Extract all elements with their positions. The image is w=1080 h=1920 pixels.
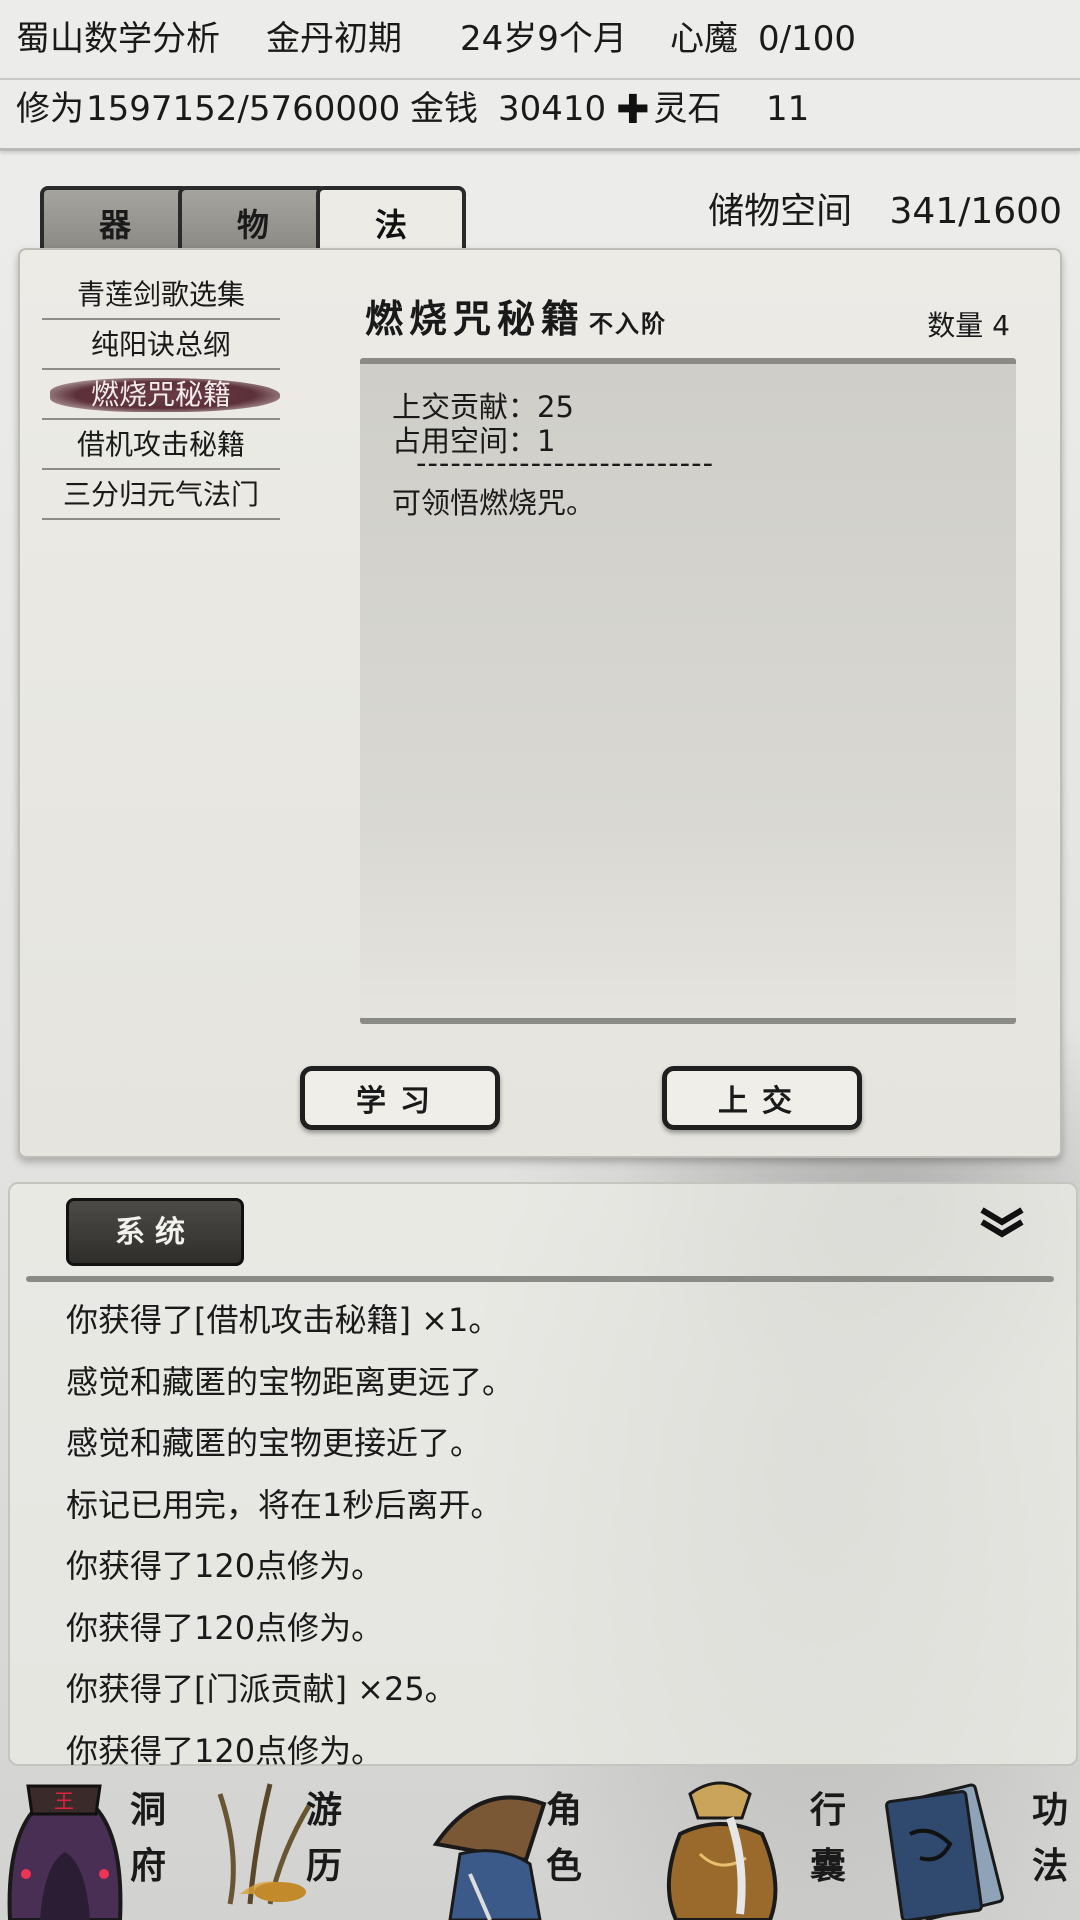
nav-travel[interactable]: 游 历 [180,1770,400,1920]
tab-equipment[interactable]: 器 [40,186,190,250]
log-line: 标记已用完，将在1秒后离开。 [66,1485,503,1524]
nav-techniques-label-2: 法 [1031,1845,1068,1887]
money-label: 金钱 [410,89,478,129]
item-description-box: 上交贡献：25 占用空间：1 -------------------------… [360,358,1016,1024]
nav-cave-label-1: 洞 [129,1789,166,1831]
log-line: 感觉和藏匿的宝物距离更远了。 [66,1362,515,1401]
cave-dwelling-icon: 王 [7,1784,123,1920]
list-item-selected[interactable]: 燃烧咒秘籍 [42,370,280,420]
realm: 金丹初期 [266,19,402,59]
list-item-label: 借机攻击秘籍 [76,428,245,461]
log-messages: 你获得了[借机攻击秘籍] ×1。 感觉和藏匿的宝物距离更远了。 感觉和藏匿的宝物… [66,1290,514,1782]
status-row-1: 蜀山 数学分析 金丹初期 24岁9个月 心魔 0/100 [0,0,1080,80]
divider-text: -------------------------- [416,446,715,480]
list-item[interactable]: 借机攻击秘籍 [42,420,280,470]
tab-items[interactable]: 物 [178,186,328,250]
heart-demon-value: 0/100 [758,19,856,59]
nav-cave-label-2: 府 [129,1845,166,1887]
double-chevron-down-icon[interactable] [978,1206,1026,1247]
cultivation-value: 1597152/5760000 [86,89,401,129]
nav-bag[interactable]: 行 囊 [650,1770,870,1920]
nav-techniques[interactable]: 功 法 [880,1770,1080,1920]
age: 24岁9个月 [460,19,627,59]
nav-bag-label-1: 行 [809,1789,846,1831]
log-line: 你获得了120点修为。 [66,1608,384,1647]
item-grade: 不入阶 [589,309,668,338]
list-item[interactable]: 青莲剑歌选集 [42,270,280,320]
nav-character-label-1: 角 [545,1789,582,1831]
scripture-books-icon [885,1783,1004,1920]
player-name: 数学分析 [84,19,220,59]
heart-demon-label: 心魔 [670,19,738,59]
list-item-label: 三分归元气法门 [62,478,259,511]
bag-icon [666,1781,778,1920]
bottom-nav: 王 洞 府 游 历 角 色 行 囊 功 法 [0,1770,1080,1920]
log-line: 感觉和藏匿的宝物更接近了。 [66,1424,483,1462]
system-log-panel: 系统 你获得了[借机攻击秘籍] ×1。 感觉和藏匿的宝物距离更远了。 感觉和藏匿… [8,1182,1078,1770]
nav-travel-label-1: 游 [305,1789,342,1831]
item-quantity: 数量 4 [927,309,1010,342]
cultivation-label: 修为 [16,89,84,129]
spirit-stone-value: 11 [766,89,810,129]
storage-capacity: 储物空间 341/1600 [708,182,1062,234]
learn-button[interactable]: 学习 [300,1066,500,1130]
list-item-label: 纯阳诀总纲 [90,328,231,361]
log-line: 你获得了[门派贡献] ×25。 [66,1670,457,1708]
log-line: 你获得了120点修为。 [66,1547,384,1585]
tab-system[interactable]: 系统 [66,1198,244,1266]
nav-techniques-label-1: 功 [1031,1789,1068,1831]
nav-travel-label-2: 历 [305,1845,342,1887]
log-line: 你获得了[借机攻击秘籍] ×1。 [66,1301,501,1339]
item-title: 燃烧咒秘籍 不入阶 [365,288,667,343]
svg-text:王: 王 [54,1789,74,1813]
tab-techniques[interactable]: 法 [316,186,466,250]
item-name: 燃烧咒秘籍 [365,296,586,341]
nav-character-label-2: 色 [545,1845,582,1887]
submit-button[interactable]: 上交 [662,1066,862,1130]
collapse-icon-svg [980,1207,1024,1238]
spirit-stone-label: 灵石 [653,89,722,129]
nav-bag-label-2: 囊 [809,1845,846,1887]
item-panel: 青莲剑歌选集 纯阳诀总纲 燃烧咒秘籍 借机攻击秘籍 三分归元气法门 燃烧咒秘籍不… [18,248,1062,1158]
nav-character[interactable]: 角 色 [430,1770,630,1920]
status-bar: 蜀山 数学分析 金丹初期 24岁9个月 心魔 0/100 修为 1597152/… [0,0,1080,151]
list-item-label: 燃烧咒秘籍 [90,378,231,411]
list-item-label: 青莲剑歌选集 [76,278,245,311]
list-item[interactable]: 纯阳诀总纲 [42,320,280,370]
money-value: 30410 [498,89,607,129]
description-text: 可领悟燃烧咒。 [392,486,596,520]
log-divider [26,1276,1054,1282]
sect-name: 蜀山 [16,19,84,59]
spirit-stone-icon: ✚ [616,87,650,133]
nav-cave[interactable]: 王 洞 府 [0,1770,180,1920]
spirit-stone: ✚ 灵石 [616,70,722,149]
item-list: 青莲剑歌选集 纯阳诀总纲 燃烧咒秘籍 借机攻击秘籍 三分归元气法门 [42,270,280,520]
storage-label: 储物空间 [708,191,853,232]
straw-hat-character-icon [432,1795,547,1920]
list-item[interactable]: 三分归元气法门 [42,470,280,520]
storage-value: 341/1600 [889,191,1062,232]
